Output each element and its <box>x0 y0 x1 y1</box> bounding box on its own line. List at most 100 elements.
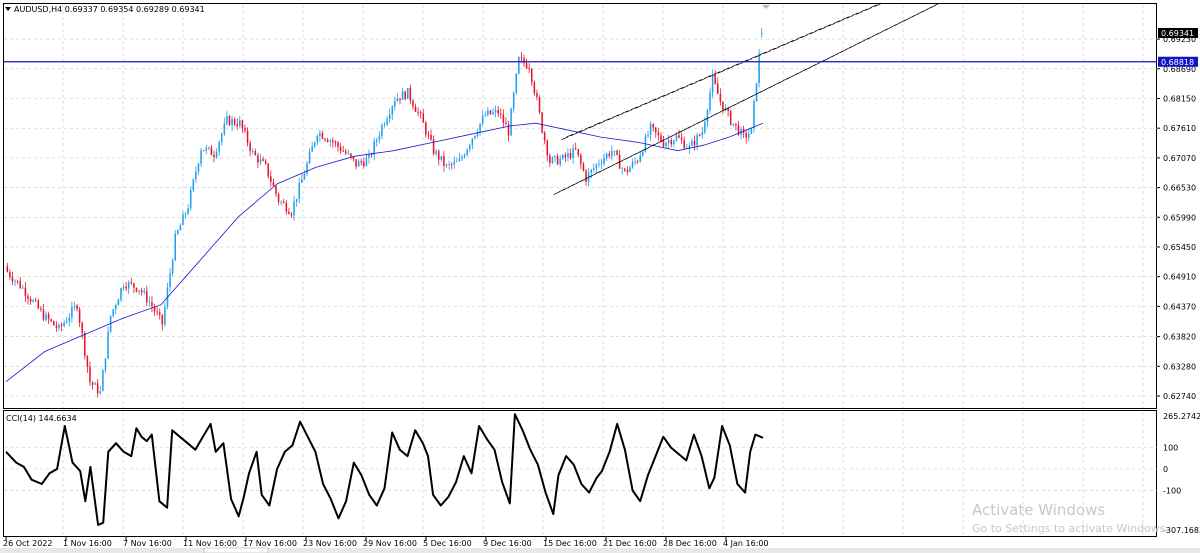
candle-body <box>489 110 492 115</box>
candle-body <box>337 142 339 147</box>
candle-body <box>91 382 94 385</box>
candle-body <box>536 93 538 98</box>
candle-body <box>34 300 37 302</box>
cci-tick-label: 265.2742 <box>1163 412 1200 421</box>
candle-body <box>148 301 151 303</box>
candle-body <box>143 291 145 293</box>
candle-body <box>344 151 347 154</box>
candle-body <box>184 213 187 215</box>
candle-body <box>102 370 104 392</box>
candle-body <box>332 140 334 143</box>
candle-body <box>505 122 507 125</box>
candle-body <box>27 296 29 299</box>
bottom-tab-strip <box>0 548 1200 553</box>
candle-body <box>463 155 466 158</box>
candle-body <box>417 111 419 113</box>
candle-body <box>76 305 78 310</box>
candle-body <box>342 150 344 152</box>
candle-body <box>218 141 220 152</box>
candle-body <box>590 169 592 173</box>
candle-body <box>244 128 246 131</box>
candle-body <box>355 159 357 167</box>
trading-chart[interactable]: 0.692300.686900.681500.676100.670700.665… <box>0 0 1200 553</box>
time-axis[interactable]: 26 Oct 2022 1 Nov 16:00 7 Nov 16:00 11 Nov … <box>3 537 769 548</box>
candle-body <box>621 168 623 170</box>
candle-body <box>533 82 536 94</box>
cci-axis[interactable]: 265.27421000-100-307.1683 <box>1163 412 1200 535</box>
time-tick-label: 21 Dec 16:00 <box>603 539 657 548</box>
candle-body <box>422 113 425 123</box>
candle-body <box>518 57 520 74</box>
candle-body <box>551 157 554 164</box>
candle-body <box>68 317 71 322</box>
candle-body <box>195 171 197 180</box>
candle-body <box>538 97 541 113</box>
candle-body <box>231 119 233 126</box>
candle-body <box>474 135 476 139</box>
time-tick-label: 28 Dec 16:00 <box>663 539 717 548</box>
candle-body <box>595 164 598 169</box>
candle-body <box>667 140 670 143</box>
candle-body <box>626 170 629 173</box>
candle-body <box>448 164 450 165</box>
candle-body <box>306 163 308 175</box>
bottom-tab-active[interactable] <box>203 547 269 553</box>
price-tick-label: 0.67070 <box>1163 154 1196 163</box>
candle-body <box>414 106 417 112</box>
candle-body <box>257 155 259 163</box>
candle-body <box>394 101 396 107</box>
price-tick-label: 0.68150 <box>1163 94 1196 103</box>
candle-body <box>603 158 605 164</box>
time-tick-label: 5 Dec 16:00 <box>423 539 472 548</box>
candle-body <box>125 286 127 289</box>
candle-body <box>520 57 523 58</box>
candle-body <box>174 233 177 261</box>
candle-body <box>499 113 502 115</box>
candle-body <box>753 101 755 129</box>
cci-tick-label: 0 <box>1163 465 1168 474</box>
symbol-info: AUDUSD,H4 0.69337 0.69354 0.69289 0.6934… <box>14 5 205 14</box>
candle-body <box>169 273 171 288</box>
candle-body <box>280 201 282 203</box>
candle-body <box>383 124 386 126</box>
candle-body <box>350 153 352 157</box>
candle-body <box>735 123 737 126</box>
candle-body <box>580 155 582 164</box>
candle-body <box>466 149 468 156</box>
candle-body <box>357 161 360 167</box>
candle-body <box>719 93 722 102</box>
candle-body <box>311 146 313 152</box>
candle-body <box>564 154 567 158</box>
candle-body <box>592 168 595 170</box>
candle-body <box>378 135 381 141</box>
candle-body <box>629 167 631 173</box>
candle-body <box>55 325 58 329</box>
candle-body <box>363 162 365 166</box>
candle-body <box>146 291 148 303</box>
price-axis[interactable]: 0.692300.686900.681500.676100.670700.665… <box>1157 27 1198 401</box>
price-tick-label: 0.64370 <box>1163 302 1196 311</box>
candle-body <box>611 151 613 157</box>
candle-body <box>158 312 161 315</box>
candle-body <box>691 140 693 146</box>
current-price-tag-label: 0.69341 <box>1161 29 1194 38</box>
candle-body <box>458 158 461 161</box>
candle-body <box>732 123 735 125</box>
candle-body <box>512 92 515 109</box>
candle-body <box>205 147 208 151</box>
time-tick-label: 29 Nov 16:00 <box>363 539 417 548</box>
candle-body <box>53 321 55 326</box>
candle-body <box>298 182 301 199</box>
candle-body <box>543 132 546 141</box>
candle-body <box>368 154 370 159</box>
candle-body <box>425 122 427 135</box>
candle-body <box>399 98 401 100</box>
candle-body <box>50 319 52 322</box>
candle-body <box>65 321 68 323</box>
candle-body <box>647 135 649 137</box>
candle-body <box>717 83 719 94</box>
candle-body <box>419 112 422 114</box>
candle-body <box>704 121 706 133</box>
candle-body <box>324 138 326 140</box>
candle-body <box>729 111 732 125</box>
